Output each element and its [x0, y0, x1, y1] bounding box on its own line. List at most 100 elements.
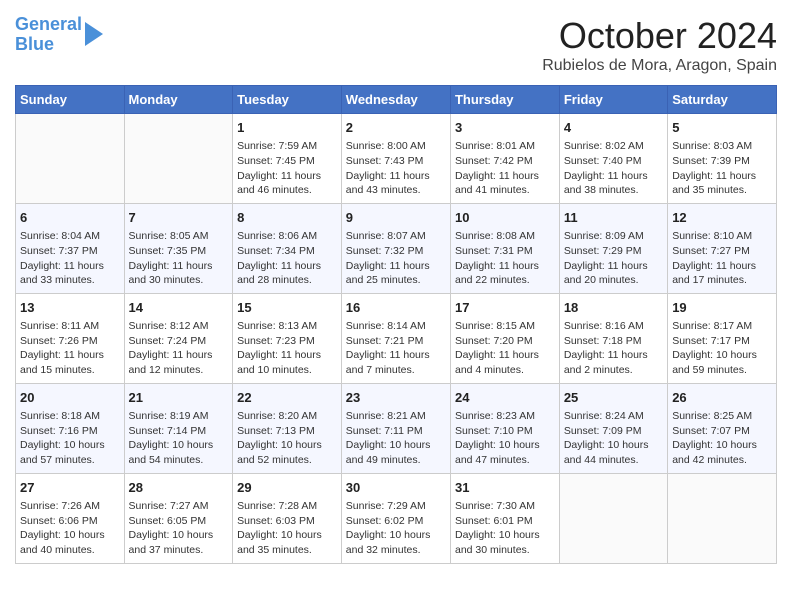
day-number: 25 [564, 389, 663, 407]
day-detail: Sunrise: 8:18 AMSunset: 7:16 PMDaylight:… [20, 409, 120, 468]
day-detail: Sunrise: 8:13 AMSunset: 7:23 PMDaylight:… [237, 319, 337, 378]
calendar-day-cell: 12Sunrise: 8:10 AMSunset: 7:27 PMDayligh… [668, 203, 777, 293]
day-number: 4 [564, 119, 663, 137]
calendar-day-cell: 29 Sunrise: 7:28 AMSunset: 6:03 PMDayligh… [233, 473, 342, 563]
logo-general: General [15, 14, 82, 34]
day-detail: Sunrise: 8:17 AMSunset: 7:17 PMDaylight:… [672, 319, 772, 378]
calendar-day-cell: 15 Sunrise: 8:13 AMSunset: 7:23 PMDayligh… [233, 293, 342, 383]
day-number: 22 [237, 389, 337, 407]
calendar-week-row: 13 Sunrise: 8:11 AMSunset: 7:26 PMDayligh… [16, 293, 777, 383]
calendar-day-cell: 28Sunrise: 7:27 AMSunset: 6:05 PMDayligh… [124, 473, 233, 563]
calendar-day-cell: 13 Sunrise: 8:11 AMSunset: 7:26 PMDayligh… [16, 293, 125, 383]
calendar-day-cell: 2 Sunrise: 8:00 AMSunset: 7:43 PMDaylight… [341, 114, 450, 204]
day-number: 7 [129, 209, 229, 227]
calendar-day-cell [668, 473, 777, 563]
day-number: 29 [237, 479, 337, 497]
month-title: October 2024 [542, 15, 777, 57]
calendar-table: SundayMondayTuesdayWednesdayThursdayFrid… [15, 85, 777, 564]
logo-arrow-icon [85, 22, 103, 46]
calendar-day-cell: 31 Sunrise: 7:30 AMSunset: 6:01 PMDayligh… [450, 473, 559, 563]
day-detail: Sunrise: 7:59 AMSunset: 7:45 PMDaylight:… [237, 139, 337, 198]
day-detail: Sunrise: 8:14 AMSunset: 7:21 PMDaylight:… [346, 319, 446, 378]
calendar-day-cell: 14Sunrise: 8:12 AMSunset: 7:24 PMDayligh… [124, 293, 233, 383]
day-detail: Sunrise: 8:03 AMSunset: 7:39 PMDaylight:… [672, 139, 772, 198]
day-detail: Sunrise: 8:16 AMSunset: 7:18 PMDaylight:… [564, 319, 663, 378]
day-number: 24 [455, 389, 555, 407]
day-detail: Sunrise: 7:28 AMSunset: 6:03 PMDaylight:… [237, 499, 337, 558]
calendar-day-cell: 5 Sunrise: 8:03 AMSunset: 7:39 PMDaylight… [668, 114, 777, 204]
day-number: 27 [20, 479, 120, 497]
calendar-day-cell [16, 114, 125, 204]
day-detail: Sunrise: 8:00 AMSunset: 7:43 PMDaylight:… [346, 139, 446, 198]
day-detail: Sunrise: 8:25 AMSunset: 7:07 PMDaylight:… [672, 409, 772, 468]
calendar-day-cell: 23 Sunrise: 8:21 AMSunset: 7:11 PMDayligh… [341, 383, 450, 473]
day-detail: Sunrise: 8:19 AMSunset: 7:14 PMDaylight:… [129, 409, 229, 468]
calendar-body: 1Sunrise: 7:59 AMSunset: 7:45 PMDaylight… [16, 114, 777, 564]
day-number: 28 [129, 479, 229, 497]
day-number: 31 [455, 479, 555, 497]
day-detail: Sunrise: 8:01 AMSunset: 7:42 PMDaylight:… [455, 139, 555, 198]
day-number: 21 [129, 389, 229, 407]
day-detail: Sunrise: 7:29 AMSunset: 6:02 PMDaylight:… [346, 499, 446, 558]
day-detail: Sunrise: 8:20 AMSunset: 7:13 PMDaylight:… [237, 409, 337, 468]
day-number: 5 [672, 119, 772, 137]
calendar-day-cell: 4 Sunrise: 8:02 AMSunset: 7:40 PMDaylight… [559, 114, 667, 204]
day-of-week-header: Monday [124, 86, 233, 114]
calendar-day-cell: 27Sunrise: 7:26 AMSunset: 6:06 PMDayligh… [16, 473, 125, 563]
day-number: 10 [455, 209, 555, 227]
day-of-week-header: Wednesday [341, 86, 450, 114]
day-of-week-header: Sunday [16, 86, 125, 114]
day-number: 15 [237, 299, 337, 317]
calendar-day-cell: 22 Sunrise: 8:20 AMSunset: 7:13 PMDayligh… [233, 383, 342, 473]
day-detail: Sunrise: 8:24 AMSunset: 7:09 PMDaylight:… [564, 409, 663, 468]
day-number: 20 [20, 389, 120, 407]
calendar-day-cell: 25 Sunrise: 8:24 AMSunset: 7:09 PMDayligh… [559, 383, 667, 473]
calendar-day-cell [559, 473, 667, 563]
calendar-day-cell: 30 Sunrise: 7:29 AMSunset: 6:02 PMDayligh… [341, 473, 450, 563]
day-detail: Sunrise: 8:23 AMSunset: 7:10 PMDaylight:… [455, 409, 555, 468]
calendar-header: SundayMondayTuesdayWednesdayThursdayFrid… [16, 86, 777, 114]
calendar-day-cell: 11Sunrise: 8:09 AMSunset: 7:29 PMDayligh… [559, 203, 667, 293]
calendar-day-cell: 6Sunrise: 8:04 AMSunset: 7:37 PMDaylight… [16, 203, 125, 293]
day-detail: Sunrise: 8:07 AMSunset: 7:32 PMDaylight:… [346, 229, 446, 288]
day-number: 30 [346, 479, 446, 497]
page-header: General Blue October 2024 Rubielos de Mo… [15, 15, 777, 75]
logo-text: General Blue [15, 15, 82, 55]
calendar-week-row: 6Sunrise: 8:04 AMSunset: 7:37 PMDaylight… [16, 203, 777, 293]
day-number: 26 [672, 389, 772, 407]
calendar-day-cell: 17 Sunrise: 8:15 AMSunset: 7:20 PMDayligh… [450, 293, 559, 383]
day-number: 9 [346, 209, 446, 227]
day-number: 3 [455, 119, 555, 137]
day-detail: Sunrise: 8:12 AMSunset: 7:24 PMDaylight:… [129, 319, 229, 378]
calendar-week-row: 27Sunrise: 7:26 AMSunset: 6:06 PMDayligh… [16, 473, 777, 563]
day-number: 2 [346, 119, 446, 137]
title-block: October 2024 Rubielos de Mora, Aragon, S… [542, 15, 777, 75]
day-number: 19 [672, 299, 772, 317]
calendar-day-cell: 8 Sunrise: 8:06 AMSunset: 7:34 PMDaylight… [233, 203, 342, 293]
day-detail: Sunrise: 8:15 AMSunset: 7:20 PMDaylight:… [455, 319, 555, 378]
day-of-week-header: Tuesday [233, 86, 342, 114]
calendar-day-cell: 9 Sunrise: 8:07 AMSunset: 7:32 PMDaylight… [341, 203, 450, 293]
day-number: 13 [20, 299, 120, 317]
day-detail: Sunrise: 8:21 AMSunset: 7:11 PMDaylight:… [346, 409, 446, 468]
calendar-day-cell [124, 114, 233, 204]
day-detail: Sunrise: 8:11 AMSunset: 7:26 PMDaylight:… [20, 319, 120, 378]
calendar-week-row: 20 Sunrise: 8:18 AMSunset: 7:16 PMDayligh… [16, 383, 777, 473]
calendar-day-cell: 24 Sunrise: 8:23 AMSunset: 7:10 PMDayligh… [450, 383, 559, 473]
day-number: 16 [346, 299, 446, 317]
day-number: 8 [237, 209, 337, 227]
day-detail: Sunrise: 8:05 AMSunset: 7:35 PMDaylight:… [129, 229, 229, 288]
location-text: Rubielos de Mora, Aragon, Spain [542, 57, 777, 75]
calendar-day-cell: 18Sunrise: 8:16 AMSunset: 7:18 PMDayligh… [559, 293, 667, 383]
day-number: 17 [455, 299, 555, 317]
day-detail: Sunrise: 8:02 AMSunset: 7:40 PMDaylight:… [564, 139, 663, 198]
calendar-day-cell: 19 Sunrise: 8:17 AMSunset: 7:17 PMDayligh… [668, 293, 777, 383]
calendar-day-cell: 1Sunrise: 7:59 AMSunset: 7:45 PMDaylight… [233, 114, 342, 204]
day-number: 23 [346, 389, 446, 407]
day-of-week-header: Thursday [450, 86, 559, 114]
day-detail: Sunrise: 7:30 AMSunset: 6:01 PMDaylight:… [455, 499, 555, 558]
day-number: 6 [20, 209, 120, 227]
day-detail: Sunrise: 8:06 AMSunset: 7:34 PMDaylight:… [237, 229, 337, 288]
day-detail: Sunrise: 8:08 AMSunset: 7:31 PMDaylight:… [455, 229, 555, 288]
calendar-day-cell: 3 Sunrise: 8:01 AMSunset: 7:42 PMDaylight… [450, 114, 559, 204]
